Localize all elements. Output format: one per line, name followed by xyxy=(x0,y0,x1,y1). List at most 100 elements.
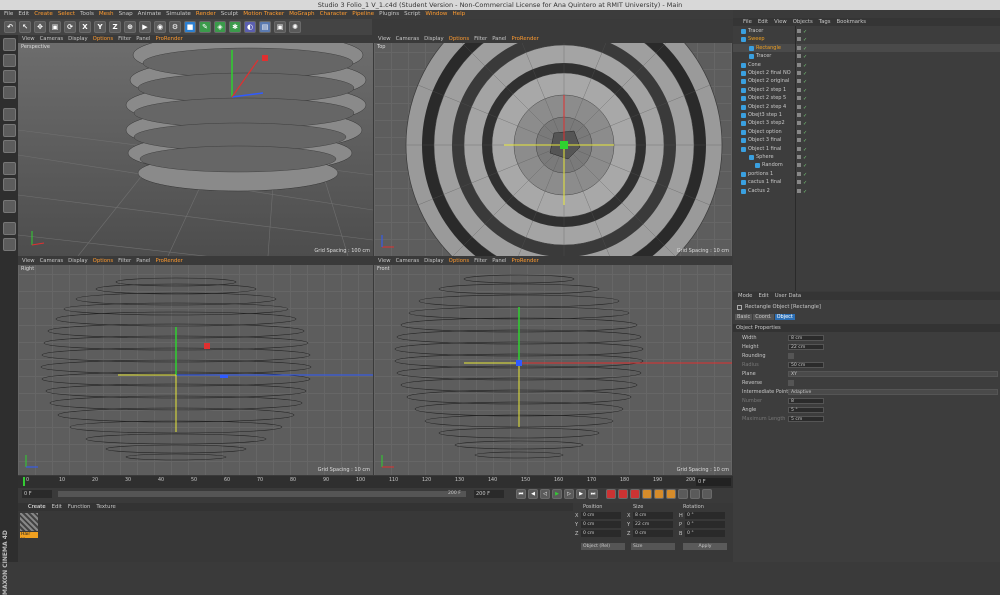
vp-menu-display[interactable]: Display xyxy=(424,35,444,43)
texture-mode-icon[interactable] xyxy=(3,70,16,83)
menu-animate[interactable]: Animate xyxy=(138,10,161,19)
next-key-icon[interactable]: ▶ xyxy=(576,489,586,499)
autokey-icon[interactable] xyxy=(618,489,628,499)
object-row[interactable]: Object 3 step2 ✓ xyxy=(733,119,1000,127)
coord-mode-select[interactable]: Object (Rel) xyxy=(581,543,625,550)
coord-value-field[interactable]: 8 cm xyxy=(633,512,673,519)
visibility-icon[interactable] xyxy=(797,37,801,42)
vp-menu-view[interactable]: View xyxy=(378,35,391,43)
end-frame-field[interactable]: 200 F xyxy=(474,490,504,498)
menu-mesh[interactable]: Mesh xyxy=(99,10,114,19)
play-icon[interactable]: ▶ xyxy=(552,489,562,499)
vp-menu-filter[interactable]: Filter xyxy=(118,35,131,43)
vp-menu-panel[interactable]: Panel xyxy=(136,257,150,265)
cloner-icon[interactable]: ✱ xyxy=(229,21,241,33)
menu-script[interactable]: Script xyxy=(404,10,420,19)
camera-icon[interactable]: ▣ xyxy=(274,21,286,33)
object-name[interactable]: Object 1 final xyxy=(748,145,781,153)
menu-tools[interactable]: Tools xyxy=(80,10,94,19)
render-settings-icon[interactable]: ⚙ xyxy=(169,21,181,33)
coord-value-field[interactable]: 0 cm xyxy=(581,530,621,537)
coord-value-field[interactable]: 0 cm xyxy=(581,512,621,519)
pen-icon[interactable]: ✎ xyxy=(199,21,211,33)
vp-menu-filter[interactable]: Filter xyxy=(118,257,131,265)
object-name[interactable]: Sphere xyxy=(756,153,774,161)
menu-simulate[interactable]: Simulate xyxy=(166,10,191,19)
polygons-mode-icon[interactable] xyxy=(3,140,16,153)
visibility-icon[interactable] xyxy=(797,45,801,50)
workplane-icon[interactable] xyxy=(3,86,16,99)
make-editable-icon[interactable] xyxy=(3,38,16,51)
visibility-icon[interactable] xyxy=(797,188,801,193)
object-name[interactable]: Tracer xyxy=(748,27,763,35)
keyframe-selection-icon[interactable] xyxy=(630,489,640,499)
object-name[interactable]: Random xyxy=(762,161,783,169)
object-row[interactable]: Object 2 step 1 ✓ xyxy=(733,86,1000,94)
vp-menu-options[interactable]: Options xyxy=(449,257,469,265)
object-name[interactable]: Tracer xyxy=(756,52,771,60)
material-name[interactable]: Hair Ma xyxy=(20,532,38,538)
object-name[interactable]: Obejt3 step 1 xyxy=(748,111,782,119)
tab-coord[interactable]: Coord. xyxy=(753,314,774,320)
object-name[interactable]: cactus 1 final xyxy=(748,178,781,186)
rotation-key-icon[interactable] xyxy=(654,489,664,499)
vp-menu-display[interactable]: Display xyxy=(68,257,88,265)
menu-sculpt[interactable]: Sculpt xyxy=(221,10,238,19)
snap-icon[interactable] xyxy=(3,200,16,213)
object-name[interactable]: portions 1 xyxy=(748,170,773,178)
obj-menu-tags[interactable]: Tags xyxy=(819,18,831,26)
vp-menu-panel[interactable]: Panel xyxy=(492,35,506,43)
size-mode-select[interactable]: Size xyxy=(631,543,675,550)
attr-value[interactable] xyxy=(788,380,794,386)
current-frame-field[interactable]: 0 F xyxy=(696,478,731,486)
menu-edit[interactable]: Edit xyxy=(18,10,29,19)
vp-menu-options[interactable]: Options xyxy=(93,35,113,43)
tab-basic[interactable]: Basic xyxy=(735,314,753,320)
model-mode-icon[interactable] xyxy=(3,54,16,67)
visibility-icon[interactable] xyxy=(797,62,801,67)
mat-menu-create[interactable]: Create xyxy=(28,503,46,511)
obj-menu-bookmarks[interactable]: Bookmarks xyxy=(836,18,866,26)
object-name[interactable]: Object 2 final NO xyxy=(748,69,791,77)
hair-material-swatch[interactable] xyxy=(20,513,38,531)
lock-workplane-icon[interactable] xyxy=(3,222,16,235)
menu-create[interactable]: Create xyxy=(34,10,53,19)
coord-value-field[interactable]: 0 ° xyxy=(685,521,725,528)
visibility-icon[interactable] xyxy=(797,129,801,134)
enabled-check-icon[interactable]: ✓ xyxy=(803,188,807,196)
vp-menu-cameras[interactable]: Cameras xyxy=(40,35,64,43)
viewport-right[interactable]: View Cameras Display Options Filter Pane… xyxy=(18,257,373,475)
visibility-icon[interactable] xyxy=(797,163,801,168)
goto-start-icon[interactable]: ⏮ xyxy=(516,489,526,499)
attr-value[interactable]: 8 xyxy=(788,398,824,404)
vp-menu-filter[interactable]: Filter xyxy=(474,257,487,265)
menu-select[interactable]: Select xyxy=(58,10,75,19)
object-row[interactable]: cactus 1 final ✓ xyxy=(733,178,1000,186)
range-slider[interactable] xyxy=(58,491,466,497)
coord-value-field[interactable]: 0 ° xyxy=(685,512,725,519)
vp-menu-display[interactable]: Display xyxy=(68,35,88,43)
visibility-icon[interactable] xyxy=(797,54,801,59)
object-name[interactable]: Cactus 2 xyxy=(748,187,770,195)
visibility-icon[interactable] xyxy=(797,146,801,151)
pla-key-icon[interactable] xyxy=(690,489,700,499)
vp-menu-cameras[interactable]: Cameras xyxy=(396,257,420,265)
vp-menu-options[interactable]: Options xyxy=(93,257,113,265)
object-name[interactable]: Object 3 step2 xyxy=(748,119,785,127)
vp-menu-view[interactable]: View xyxy=(22,35,35,43)
attr-value[interactable]: 5 ° xyxy=(788,407,824,413)
cube-icon[interactable]: ■ xyxy=(184,21,196,33)
visibility-icon[interactable] xyxy=(797,155,801,159)
menu-character[interactable]: Character xyxy=(320,10,348,19)
visibility-icon[interactable] xyxy=(797,171,801,176)
coordinate-system-icon[interactable]: ⊕ xyxy=(124,21,136,33)
object-row[interactable]: Obejt3 step 1 ✓ xyxy=(733,111,1000,119)
axis-y-button[interactable]: Y xyxy=(94,21,106,33)
obj-menu-view[interactable]: View xyxy=(774,18,787,26)
mat-menu-texture[interactable]: Texture xyxy=(96,503,115,511)
visibility-icon[interactable] xyxy=(797,113,801,117)
axis-z-button[interactable]: Z xyxy=(109,21,121,33)
object-row[interactable]: Object 2 step 5 ✓ xyxy=(733,94,1000,102)
apply-button[interactable]: Apply xyxy=(683,543,727,550)
planar-workplane-icon[interactable] xyxy=(3,238,16,251)
